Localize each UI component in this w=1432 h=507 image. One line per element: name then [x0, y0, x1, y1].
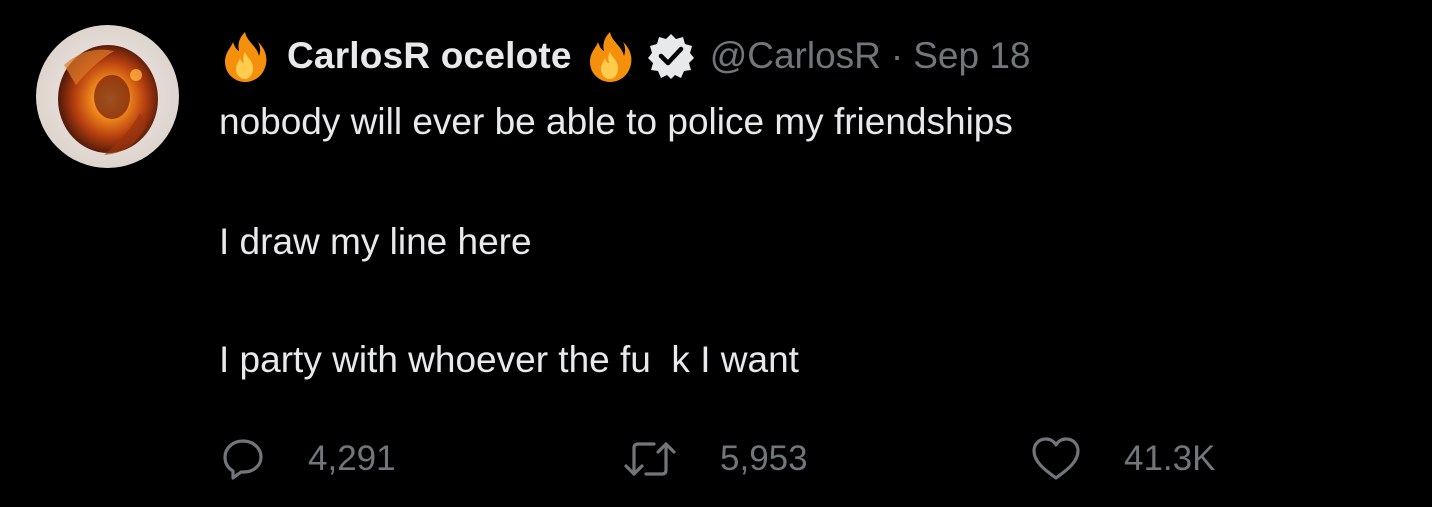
tweet-actions: 4,291 5,953 41.3K [0, 433, 1432, 485]
fire-emoji-icon [582, 28, 638, 84]
retweet-count: 5,953 [720, 439, 808, 478]
tweet[interactable]: CarlosR ocelote @CarlosR · Sep 18 nobody… [0, 0, 1432, 507]
user-handle[interactable]: @CarlosR [710, 35, 881, 77]
avatar[interactable] [36, 25, 179, 168]
tweet-text-line: I party with whoever the fu k I want [219, 339, 799, 380]
like-count: 41.3K [1124, 439, 1216, 478]
heart-icon [1030, 436, 1082, 482]
tweet-header: CarlosR ocelote @CarlosR · Sep 18 [217, 28, 1031, 84]
timestamp[interactable]: Sep 18 [913, 35, 1030, 77]
verified-badge-icon[interactable] [646, 31, 696, 81]
display-name[interactable]: CarlosR ocelote [287, 35, 572, 77]
reply-icon [220, 436, 266, 482]
tweet-text-line: nobody will ever be able to police my fr… [219, 101, 1013, 142]
tweet-text-line: I draw my line here [219, 221, 532, 262]
reply-button[interactable]: 4,291 [220, 433, 396, 485]
retweet-button[interactable]: 5,953 [622, 433, 808, 485]
fire-emoji-icon [217, 28, 273, 84]
reply-count: 4,291 [308, 439, 396, 478]
separator-dot: · [890, 35, 904, 76]
retweet-icon [622, 436, 678, 482]
like-button[interactable]: 41.3K [1030, 433, 1215, 485]
